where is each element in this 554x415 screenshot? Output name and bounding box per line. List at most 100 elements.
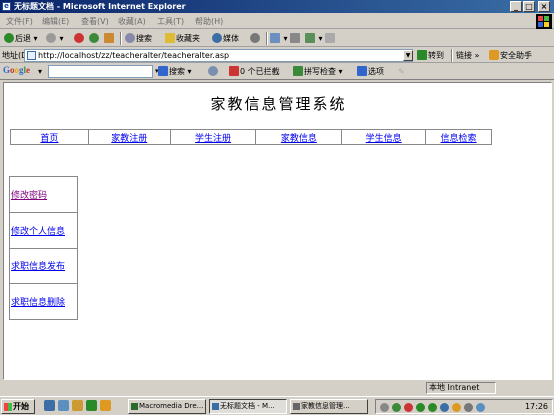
menu-help[interactable]: 帮助(H) bbox=[195, 16, 223, 27]
go-button[interactable]: 转到 bbox=[417, 49, 444, 62]
google-search-input[interactable] bbox=[48, 65, 153, 78]
task-tutor-system[interactable]: 家教信息管理... bbox=[290, 399, 368, 414]
nav-link-search[interactable]: 信息检索 bbox=[441, 134, 477, 144]
tray-update-icon[interactable] bbox=[416, 403, 425, 412]
menu-tools[interactable]: 工具(T) bbox=[157, 16, 184, 27]
back-arrow-icon bbox=[4, 33, 14, 43]
history-icon bbox=[250, 33, 260, 43]
standard-toolbar: 后退 ▾ ▾ 搜索 收藏夹 媒体 ▾ ▾ bbox=[0, 30, 554, 47]
search-button[interactable]: 搜索 bbox=[125, 32, 152, 45]
print-icon bbox=[290, 33, 300, 43]
taskbar: 开始 Macromedia Dre... 无标题文档 - M... 家教信息管理… bbox=[0, 396, 554, 415]
side-cell: 求职信息发布 bbox=[9, 247, 78, 285]
side-link-delete-job[interactable]: 求职信息删除 bbox=[11, 298, 65, 308]
page-info-button[interactable] bbox=[208, 65, 219, 78]
menu-bar: 文件(F) 编辑(E) 查看(V) 收藏(A) 工具(T) 帮助(H) bbox=[0, 14, 554, 29]
system-tray: 17:26 bbox=[375, 399, 553, 414]
go-arrow-icon bbox=[417, 50, 427, 60]
nav-cell: 首页 bbox=[10, 129, 89, 145]
address-dropdown-button[interactable]: ▼ bbox=[403, 50, 413, 61]
discuss-button[interactable] bbox=[325, 32, 336, 45]
quicklaunch-ie-icon[interactable] bbox=[44, 400, 55, 411]
start-button[interactable]: 开始 bbox=[1, 399, 35, 414]
menu-view[interactable]: 查看(V) bbox=[81, 16, 109, 27]
menu-edit[interactable]: 编辑(E) bbox=[42, 16, 69, 27]
safety-assistant-button[interactable]: 安全助手 bbox=[489, 49, 532, 62]
task-dreamweaver[interactable]: Macromedia Dre... bbox=[128, 399, 206, 414]
side-link-post-job[interactable]: 求职信息发布 bbox=[11, 262, 65, 272]
tray-antivirus-icon[interactable] bbox=[404, 403, 413, 412]
back-button[interactable]: 后退 ▾ bbox=[4, 32, 38, 45]
tray-ime-icon[interactable] bbox=[464, 403, 473, 412]
menu-file[interactable]: 文件(F) bbox=[6, 16, 33, 27]
nav-link-tutor-info[interactable]: 家教信息 bbox=[281, 134, 317, 144]
minimize-button[interactable]: _ bbox=[510, 1, 522, 12]
nav-cell: 家教注册 bbox=[87, 129, 171, 145]
task-ie-untitled[interactable]: 无标题文档 - M... bbox=[209, 399, 287, 414]
links-button[interactable]: 链接 » bbox=[456, 49, 479, 62]
tray-volume-icon[interactable] bbox=[380, 403, 389, 412]
toolbar-separator bbox=[120, 32, 122, 45]
title-bar[interactable]: e 无标题文档 - Microsoft Internet Explorer _ … bbox=[0, 0, 554, 13]
toolbar-separator bbox=[266, 32, 268, 45]
search-icon bbox=[125, 33, 135, 43]
tray-app-icon[interactable] bbox=[428, 403, 437, 412]
address-input[interactable]: http://localhost/zz/teacheralter/teacher… bbox=[24, 49, 413, 62]
google-logo[interactable]: Google bbox=[3, 65, 30, 75]
windows-flag-icon bbox=[4, 403, 12, 411]
highlight-pen-icon[interactable]: ✎ bbox=[398, 65, 405, 78]
tray-messenger-icon[interactable] bbox=[440, 403, 449, 412]
side-link-change-password[interactable]: 修改密码 bbox=[11, 191, 47, 201]
shield-icon bbox=[489, 50, 499, 60]
quicklaunch-media-icon[interactable] bbox=[86, 400, 97, 411]
nav-cell: 学生信息 bbox=[341, 129, 427, 145]
tray-shield-icon[interactable] bbox=[452, 403, 461, 412]
task-label: Macromedia Dre... bbox=[139, 402, 204, 410]
nav-link-home[interactable]: 首页 bbox=[40, 134, 58, 144]
spellcheck-button[interactable]: 拼写检查 ▾ bbox=[293, 65, 343, 78]
google-search-button[interactable]: 搜索 ▾ bbox=[158, 65, 192, 78]
menu-favorites[interactable]: 收藏(A) bbox=[118, 16, 146, 27]
nav-link-student-info[interactable]: 学生信息 bbox=[366, 134, 402, 144]
google-menu-dropdown[interactable]: ▾ bbox=[38, 65, 42, 78]
quicklaunch-desktop-icon[interactable] bbox=[58, 400, 69, 411]
tray-network-icon[interactable] bbox=[392, 403, 401, 412]
options-button[interactable]: 选项 bbox=[357, 65, 384, 78]
history-button[interactable] bbox=[250, 32, 261, 45]
site-title: 家教信息管理系统 bbox=[210, 95, 347, 113]
home-button[interactable] bbox=[104, 32, 115, 45]
quicklaunch-shield-icon[interactable] bbox=[100, 400, 111, 411]
google-search-label: 搜索 bbox=[169, 67, 185, 76]
window-title: 无标题文档 - Microsoft Internet Explorer bbox=[14, 2, 186, 11]
print-button[interactable] bbox=[290, 32, 301, 45]
mail-button[interactable]: ▾ bbox=[270, 32, 288, 45]
start-label: 开始 bbox=[13, 402, 29, 411]
side-cell: 求职信息删除 bbox=[9, 283, 78, 320]
dreamweaver-icon bbox=[131, 403, 138, 410]
google-g-icon bbox=[158, 66, 168, 76]
nav-link-student-register[interactable]: 学生注册 bbox=[195, 134, 231, 144]
quicklaunch-folder-icon[interactable] bbox=[72, 400, 83, 411]
spellcheck-icon bbox=[293, 66, 303, 76]
favorites-button[interactable]: 收藏夹 bbox=[165, 32, 200, 45]
options-label: 选项 bbox=[368, 67, 384, 76]
stop-icon bbox=[74, 33, 84, 43]
close-button[interactable]: × bbox=[538, 1, 550, 12]
security-zone: 本地 Intranet bbox=[426, 382, 496, 394]
maximize-button[interactable]: □ bbox=[523, 1, 535, 12]
safety-label: 安全助手 bbox=[500, 51, 532, 60]
main-nav-table: 首页 家教注册 学生注册 家教信息 学生信息 信息检索 bbox=[10, 129, 492, 145]
nav-cell: 学生注册 bbox=[169, 129, 257, 145]
taskbar-clock[interactable]: 17:26 bbox=[525, 400, 548, 413]
side-link-edit-profile[interactable]: 修改个人信息 bbox=[11, 227, 65, 237]
tray-display-icon[interactable] bbox=[476, 403, 485, 412]
links-label: 链接 bbox=[456, 51, 472, 60]
edit-button[interactable]: ▾ bbox=[305, 32, 323, 45]
popup-blocker-button[interactable]: 0 个已拦截 bbox=[229, 65, 280, 78]
nav-link-tutor-register[interactable]: 家教注册 bbox=[111, 134, 147, 144]
media-button[interactable]: 媒体 bbox=[212, 32, 239, 45]
forward-button[interactable]: ▾ bbox=[46, 32, 64, 45]
stop-button[interactable] bbox=[74, 32, 85, 45]
refresh-button[interactable] bbox=[89, 32, 100, 45]
nav-cell: 信息检索 bbox=[425, 129, 492, 145]
